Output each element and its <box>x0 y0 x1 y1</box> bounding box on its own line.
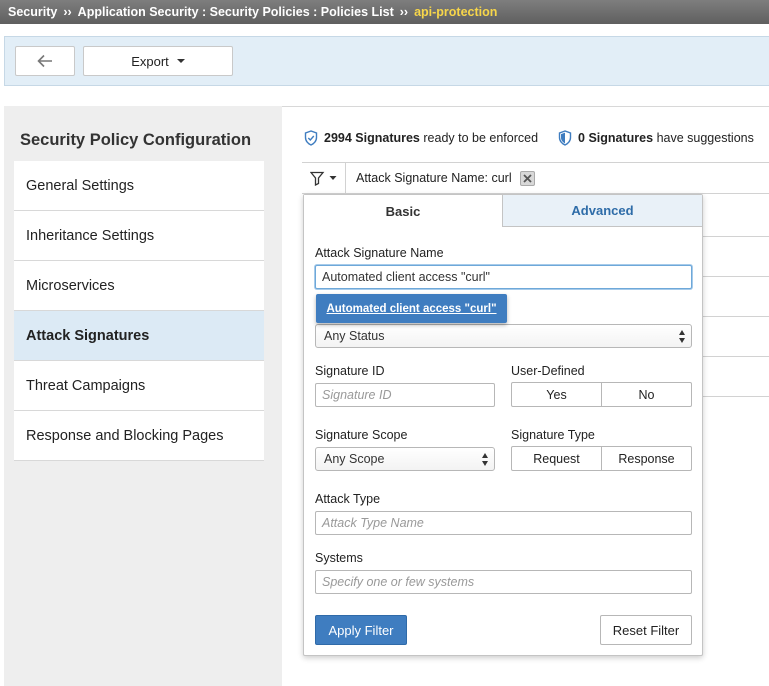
breadcrumb-separator: ›› <box>399 5 409 19</box>
funnel-icon <box>310 171 325 186</box>
attack-type-label: Attack Type <box>315 492 381 506</box>
user-defined-no-button[interactable]: No <box>601 383 691 406</box>
signature-stats: 2994 Signatures ready to be enforced 0 S… <box>304 130 754 146</box>
breadcrumb-security[interactable]: Security <box>8 5 57 19</box>
shield-check-icon <box>304 130 318 146</box>
remove-filter-button[interactable] <box>519 170 535 186</box>
status-select[interactable]: Any Status <box>315 324 692 348</box>
signature-scope-label: Signature Scope <box>315 428 408 442</box>
signature-type-toggle: Request Response <box>511 446 692 471</box>
shield-icon <box>558 130 572 146</box>
systems-input[interactable]: Specify one or few systems <box>315 570 692 594</box>
signature-name-label: Attack Signature Name <box>315 246 444 260</box>
suggest-count: 0 Signatures <box>578 131 654 145</box>
breadcrumb-current: api-protection <box>414 5 498 19</box>
row-divider <box>702 276 769 277</box>
type-response-button[interactable]: Response <box>601 447 691 470</box>
signature-scope-select[interactable]: Any Scope <box>315 447 495 471</box>
tab-advanced[interactable]: Advanced <box>503 195 702 227</box>
caret-down-icon <box>329 176 337 180</box>
attack-type-input[interactable]: Attack Type Name <box>315 511 692 535</box>
breadcrumb: Security ›› Application Security : Secur… <box>0 0 769 24</box>
nav-item-response-blocking-pages[interactable]: Response and Blocking Pages <box>14 411 264 461</box>
select-arrows-icon <box>679 330 686 343</box>
scope-select-value: Any Scope <box>324 452 385 466</box>
close-icon <box>522 173 532 183</box>
nav-item-inheritance-settings[interactable]: Inheritance Settings <box>14 211 264 261</box>
signature-id-label: Signature ID <box>315 364 385 378</box>
autocomplete-suggestion[interactable]: Automated client access "curl" <box>316 294 507 323</box>
status-select-value: Any Status <box>324 329 385 343</box>
export-label: Export <box>131 53 169 69</box>
signature-type-label: Signature Type <box>511 428 595 442</box>
filter-toggle-button[interactable] <box>302 163 346 193</box>
user-defined-label: User-Defined <box>511 364 585 378</box>
arrow-left-icon <box>37 54 52 68</box>
enforce-count: 2994 Signatures <box>324 131 420 145</box>
row-divider <box>702 396 769 397</box>
filter-tabs: Basic Advanced <box>304 195 702 227</box>
nav-item-microservices[interactable]: Microservices <box>14 261 264 311</box>
export-button[interactable]: Export <box>83 46 233 76</box>
back-button[interactable] <box>15 46 75 76</box>
caret-down-icon <box>176 59 185 63</box>
row-divider <box>702 236 769 237</box>
user-defined-toggle: Yes No <box>511 382 692 407</box>
filter-chip-label: Attack Signature Name: curl <box>356 171 512 185</box>
apply-filter-button[interactable]: Apply Filter <box>315 615 407 645</box>
user-defined-yes-button[interactable]: Yes <box>512 383 601 406</box>
signature-id-input[interactable]: Signature ID <box>315 383 495 407</box>
tab-basic[interactable]: Basic <box>304 195 503 227</box>
toolbar: Export <box>4 36 769 86</box>
filter-popup: Basic Advanced Attack Signature Name Aut… <box>303 194 703 656</box>
config-nav: General Settings Inheritance Settings Mi… <box>14 161 264 461</box>
filter-bar: Attack Signature Name: curl <box>302 162 769 194</box>
nav-item-general-settings[interactable]: General Settings <box>14 161 264 211</box>
nav-item-attack-signatures[interactable]: Attack Signatures <box>14 311 264 361</box>
row-divider <box>702 356 769 357</box>
enforce-text: ready to be enforced <box>423 131 539 145</box>
nav-item-threat-campaigns[interactable]: Threat Campaigns <box>14 361 264 411</box>
breadcrumb-separator: ›› <box>63 5 72 19</box>
signature-name-input[interactable]: Automated client access "curl" <box>315 265 692 289</box>
select-arrows-icon <box>482 453 489 466</box>
reset-filter-button[interactable]: Reset Filter <box>600 615 692 645</box>
type-request-button[interactable]: Request <box>512 447 601 470</box>
row-divider <box>702 316 769 317</box>
suggest-text: have suggestions <box>656 131 754 145</box>
breadcrumb-policies-list[interactable]: Application Security : Security Policies… <box>78 5 394 19</box>
systems-label: Systems <box>315 551 363 565</box>
panel-title: Security Policy Configuration <box>20 131 252 149</box>
